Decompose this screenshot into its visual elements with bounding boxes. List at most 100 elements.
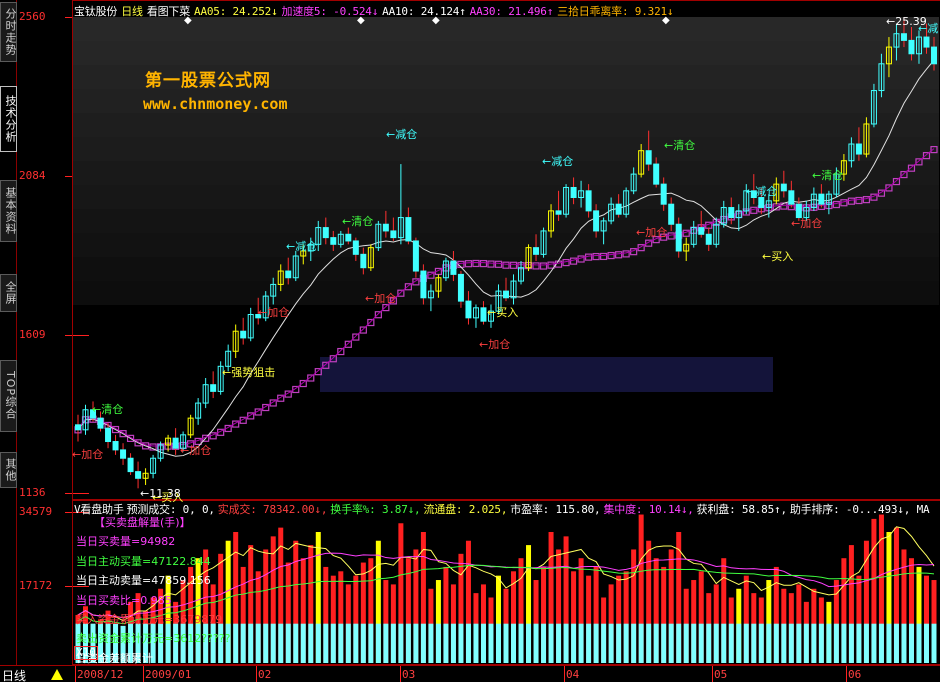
volume-bar-base <box>713 623 719 663</box>
background-band <box>73 161 939 185</box>
volume-bar-base <box>676 623 682 663</box>
volume-bar-base <box>368 623 374 663</box>
volume-bar-base <box>811 623 817 663</box>
candle-body <box>645 150 652 165</box>
period-selector[interactable]: 日线 <box>2 667 26 682</box>
background-band <box>73 137 939 161</box>
signal-annotation: ←加仓 <box>479 338 511 351</box>
background-band <box>73 41 939 65</box>
candle-body <box>705 233 712 245</box>
candle-body <box>480 307 487 322</box>
candle-body <box>405 217 412 242</box>
volume-bar-base <box>263 623 269 663</box>
signal-annotation: ←清仓 <box>812 169 844 182</box>
volume-bar-base <box>548 623 554 663</box>
volume-bar-base <box>691 623 697 663</box>
candle-body <box>931 46 937 65</box>
volume-bar-base <box>338 623 344 663</box>
ma30-marker <box>359 326 367 334</box>
volume-bar-base <box>638 623 644 663</box>
volume-bar-base <box>736 623 742 663</box>
candle-body <box>97 417 104 429</box>
signal-annotation: ←强势狙击 <box>222 366 276 379</box>
time-tick <box>846 666 847 682</box>
volume-bar-base <box>390 623 396 663</box>
volume-stat-value: 市盈率: 115.80, <box>510 503 601 516</box>
candle-body <box>450 260 457 275</box>
volume-bar-base <box>878 623 884 663</box>
signal-annotation: ←买入 <box>762 250 794 263</box>
volume-bar-base <box>593 623 599 663</box>
time-tick-label: 05 <box>714 668 728 681</box>
volume-bar-base <box>578 623 584 663</box>
volume-bar-base <box>526 623 532 663</box>
volume-bar-base <box>781 623 787 663</box>
volume-bar-base <box>255 623 261 663</box>
volume-bar-base <box>796 623 802 663</box>
candle-body <box>788 190 795 205</box>
volume-bar-base <box>405 623 411 663</box>
signal-annotation: ←清仓 <box>342 215 374 228</box>
signal-annotation: ←加仓 <box>180 444 212 457</box>
volume-bar-base <box>345 623 351 663</box>
candle-body <box>120 449 127 459</box>
volume-bar-base <box>293 623 299 663</box>
volume-bar-base <box>533 623 539 663</box>
time-tick <box>564 666 565 682</box>
volume-bar-base <box>848 623 854 663</box>
volume-bar-base <box>818 623 824 663</box>
time-tick-label: 2008/12 <box>77 668 124 681</box>
header-indicator-value: 三拾日乖离率: 9.321↓ <box>557 5 674 18</box>
signal-annotation: ←减 <box>918 22 939 35</box>
volume-bar-base <box>488 623 494 663</box>
price-tick-label: 2084 <box>19 169 46 182</box>
volume-bar-base <box>743 623 749 663</box>
candle-body <box>105 427 112 443</box>
indicator-name[interactable]: 看图下菜 <box>147 5 190 18</box>
tab-fundamentals[interactable]: 基本资料 <box>0 180 17 242</box>
volume-bar-base <box>841 623 847 663</box>
candle-body <box>112 441 119 451</box>
volume-bar-base <box>916 623 922 663</box>
volume-tick-label: 17172 <box>19 579 53 592</box>
signal-annotation: ←减仓 <box>386 128 418 141</box>
tab-intraday[interactable]: 分时走势 <box>0 2 17 62</box>
candle-body <box>503 290 509 299</box>
volume-bar-base <box>428 623 434 663</box>
candle-body <box>390 230 397 239</box>
header-indicator-value: 加速度5: -0.524↓ <box>281 5 379 18</box>
triangle-up-icon[interactable] <box>51 669 63 680</box>
volume-bar-base <box>323 623 329 663</box>
watermark-title: 第一股票公式网 <box>145 71 271 91</box>
background-band <box>73 233 939 257</box>
tab-top-summary[interactable]: TOP综合 <box>0 360 17 432</box>
order-flow-line: 当日买卖量=94982 <box>76 535 176 549</box>
volume-bar-base <box>586 623 592 663</box>
stock-name[interactable]: 宝钛股份 <box>74 5 117 18</box>
volume-bar-base <box>856 623 862 663</box>
time-tick-label: 04 <box>566 668 580 681</box>
tab-fullscreen[interactable]: 全屏 <box>0 274 17 312</box>
tab-other[interactable]: 其他 <box>0 452 17 488</box>
volume-bar-base <box>450 623 456 663</box>
candle-body <box>172 437 179 449</box>
candle-body <box>818 193 825 205</box>
order-flow-line: 当日主动卖量=47859.156 <box>76 574 211 588</box>
volume-bar-base <box>766 623 772 663</box>
volume-tick-label: 34579 <box>19 505 53 518</box>
volume-bar-base <box>563 623 569 663</box>
order-flow-line: 卖出资金累计万元=3612????? <box>76 632 231 646</box>
time-tick-label: 03 <box>402 668 416 681</box>
volume-bar-base <box>788 623 794 663</box>
tab-technical-analysis[interactable]: 技术分析 <box>0 86 17 152</box>
candle-body <box>780 183 787 192</box>
volume-bar-base <box>908 623 914 663</box>
volume-bar-base <box>518 623 524 663</box>
candle-body <box>322 227 329 239</box>
volume-bar-base <box>495 623 501 663</box>
candle-body <box>345 233 352 242</box>
volume-bar-base <box>300 623 306 663</box>
candle-body <box>923 36 930 48</box>
volume-scale-badge[interactable]: X10 <box>74 646 98 660</box>
volume-bar-base <box>458 623 464 663</box>
